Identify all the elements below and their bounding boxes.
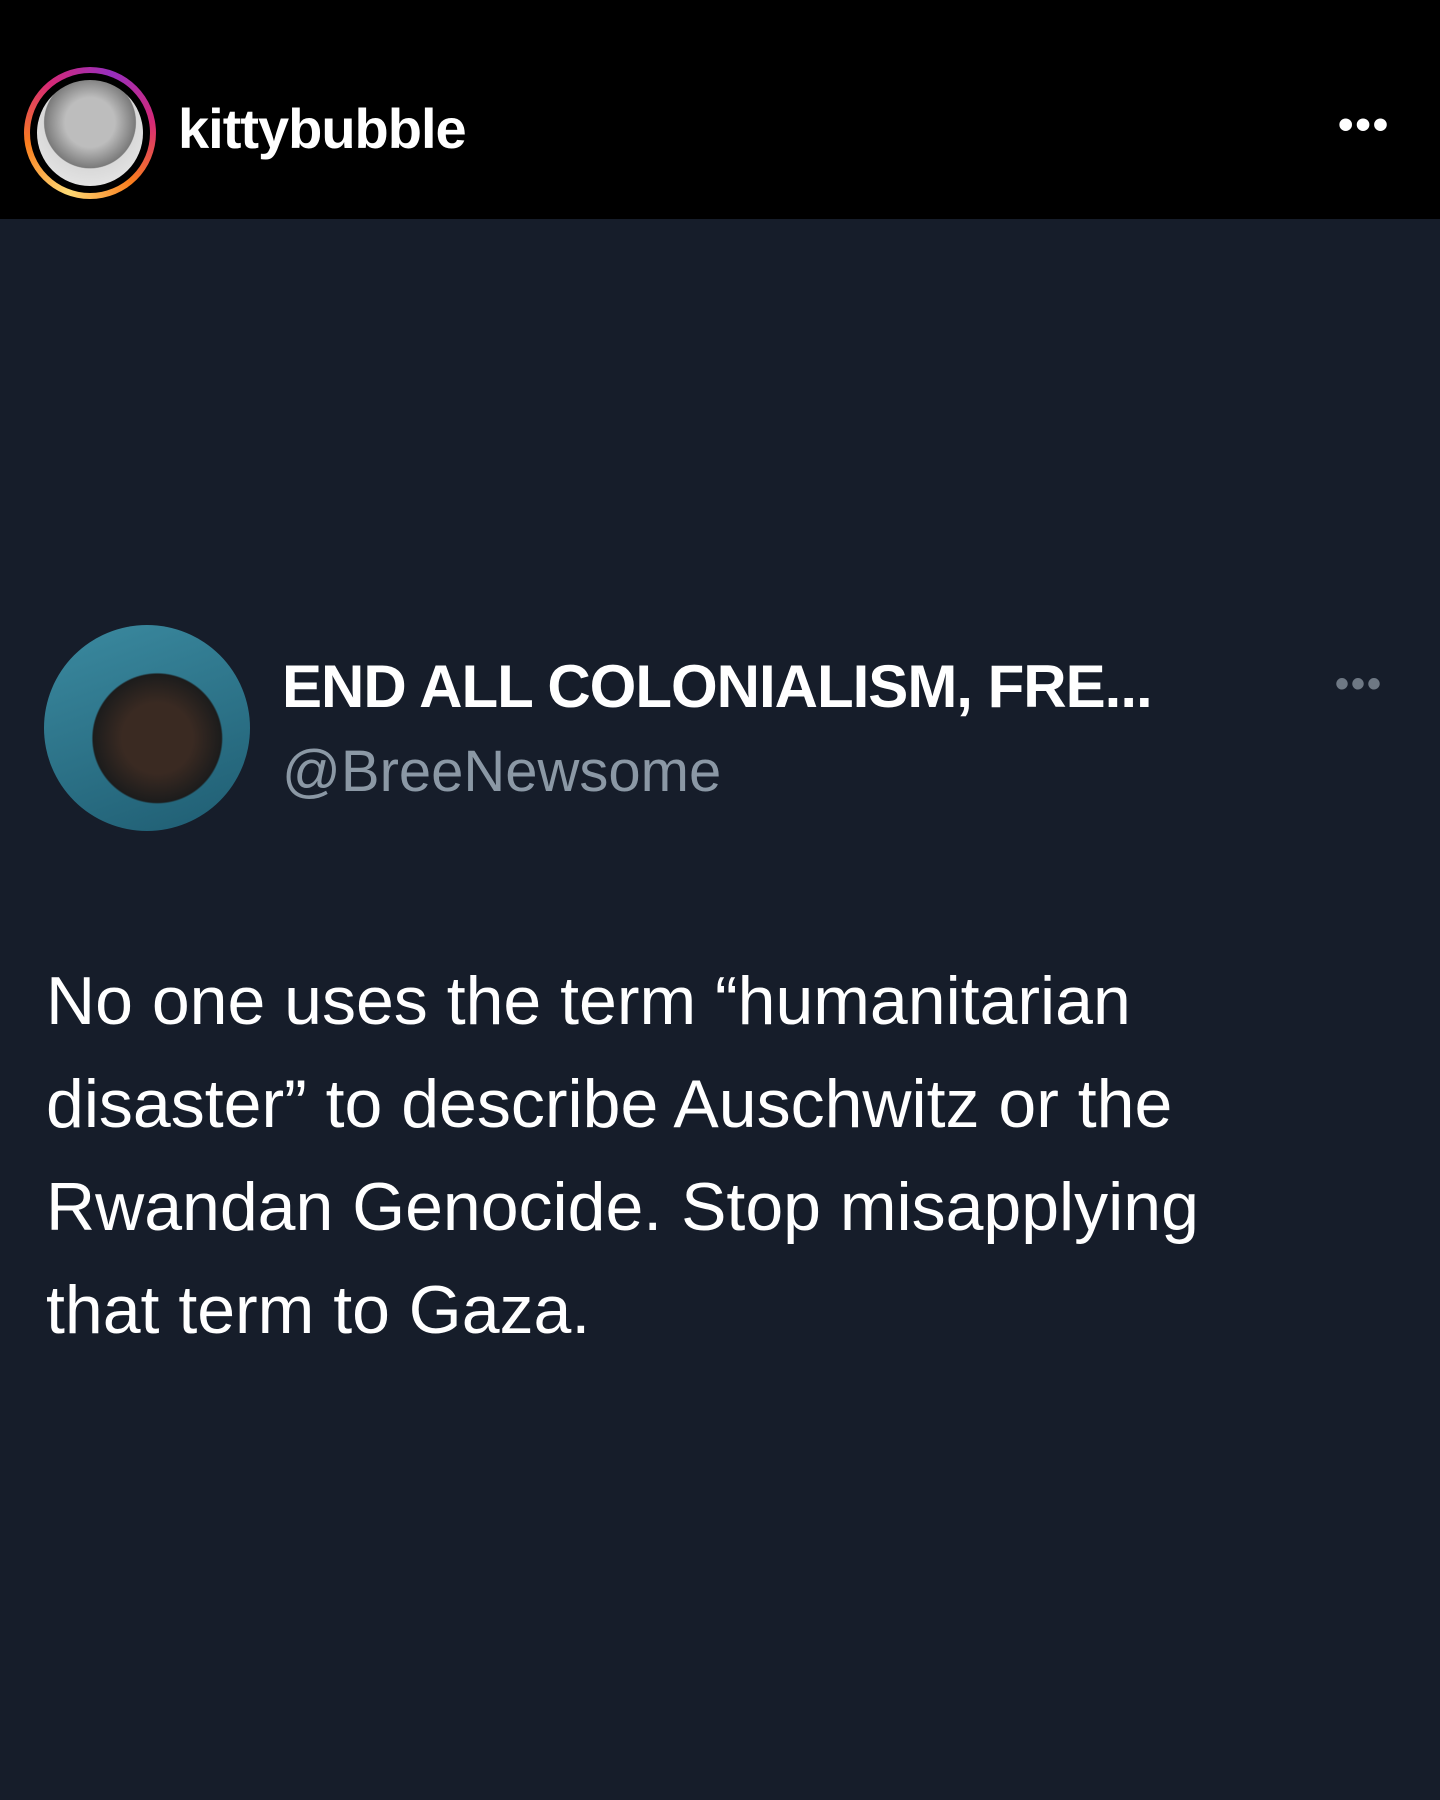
tweet-handle: @BreeNewsome [282,739,722,804]
tweet-line: disaster” to describe Auschwitz or the [46,1066,1173,1142]
post-header: kittybubble ••• [0,0,1440,219]
story-ring[interactable] [24,67,156,199]
tweet-display-name: END ALL COLONIALISM, FRE... [282,653,1153,720]
tweet-line: Rwandan Genocide. Stop misapplying [46,1169,1199,1245]
tweet-line: that term to Gaza. [46,1272,591,1348]
username[interactable]: kittybubble [178,96,467,161]
user-avatar[interactable] [37,80,143,186]
tweet-line: No one uses the term “humanitarian [46,963,1131,1039]
tweet-body: No one uses the term “humanitarian disast… [46,950,1199,1362]
more-options-icon[interactable]: ••• [1338,100,1390,150]
tweet-more-icon: ••• [1335,662,1384,706]
tweet-author-avatar [44,625,250,831]
